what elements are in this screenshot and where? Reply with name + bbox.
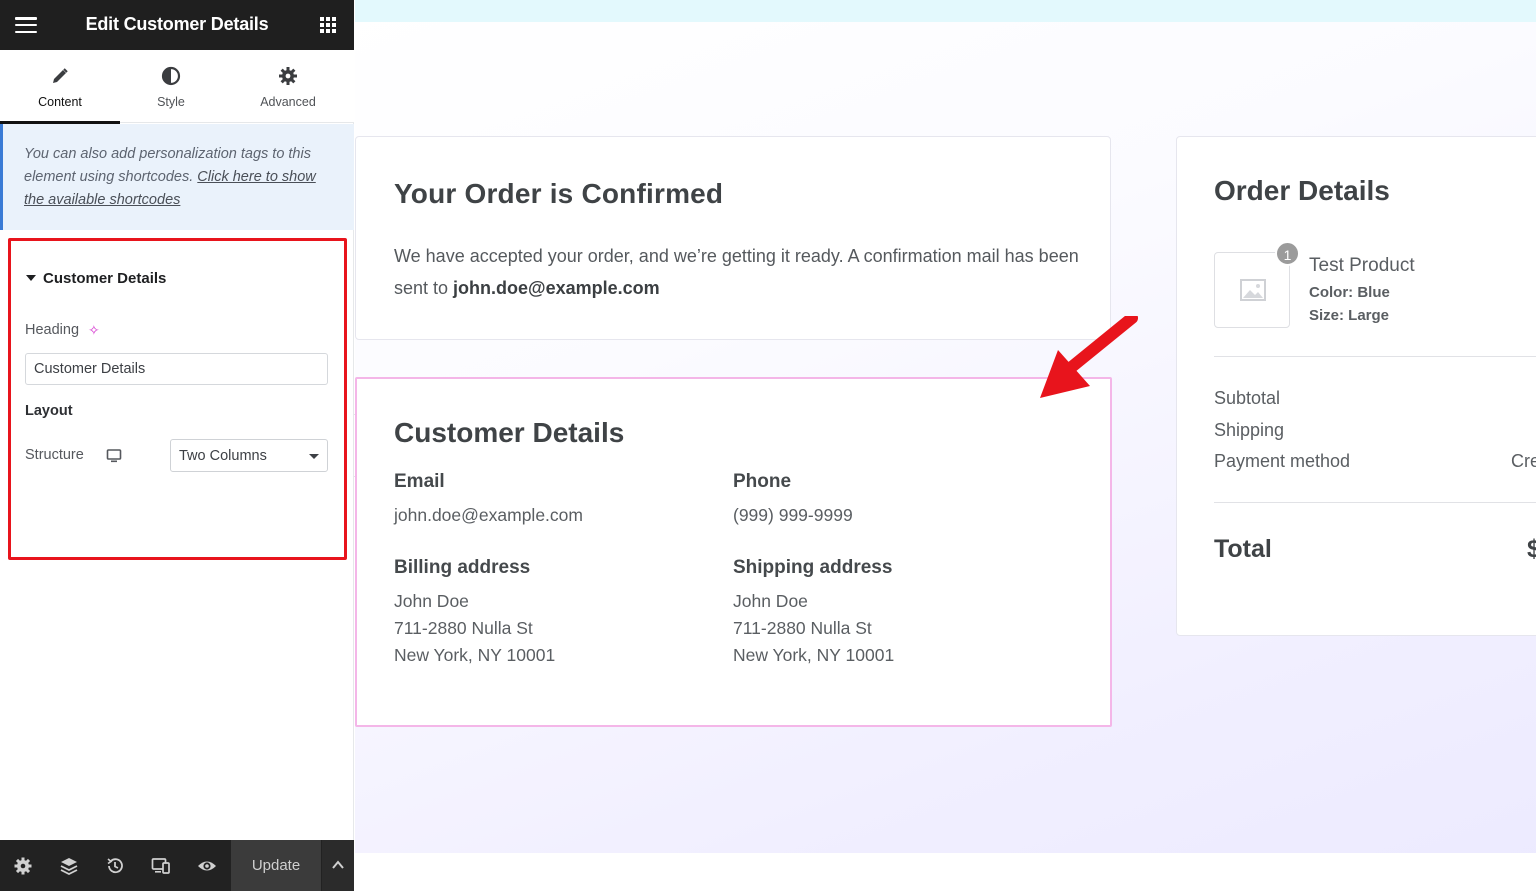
payment-method-label: Payment method <box>1214 451 1351 471</box>
tab-advanced-label: Advanced <box>260 95 316 109</box>
heading-input[interactable] <box>25 353 328 385</box>
confirm-text: We have accepted your order, and we’re g… <box>394 240 1084 304</box>
subtotal-label: Subtotal <box>1214 388 1281 408</box>
red-arrow-annotation <box>1040 316 1138 398</box>
total-value: $ <box>1527 535 1536 563</box>
panel-title: Edit Customer Details <box>85 14 269 34</box>
confirm-title: Your Order is Confirmed <box>394 178 724 209</box>
panel-tabs: Content Style Advanced <box>0 50 354 124</box>
billing-address-label: Billing address <box>394 557 531 578</box>
preview-eye-icon[interactable] <box>197 856 217 876</box>
ai-sparkle-icon[interactable]: ✧ <box>88 322 100 339</box>
layout-label: Layout <box>25 403 73 419</box>
product-color: Color: Blue <box>1309 284 1390 301</box>
chevron-up-icon <box>332 860 344 869</box>
shipping-address-line: New York, NY 10001 <box>733 645 895 665</box>
heading-label: Heading <box>25 322 80 338</box>
product-name: Test Product <box>1309 255 1415 276</box>
update-button[interactable]: Update <box>231 840 321 891</box>
section-title: Customer Details <box>43 270 167 287</box>
phone-label: Phone <box>733 471 792 492</box>
email-label: Email <box>394 471 445 492</box>
order-details-title: Order Details <box>1214 175 1390 206</box>
divider <box>1214 502 1536 503</box>
half-circle-icon <box>120 66 222 86</box>
gear-icon <box>222 66 354 86</box>
settings-icon[interactable] <box>13 856 33 876</box>
phone-value: (999) 999-9999 <box>733 505 853 525</box>
shipping-address-line: 711-2880 Nulla St <box>733 618 872 638</box>
shipping-address-line: John Doe <box>733 591 808 611</box>
history-icon[interactable] <box>105 856 125 876</box>
shortcodes-notice: You can also add personalization tags to… <box>0 124 354 230</box>
billing-address-line: 711-2880 Nulla St <box>394 618 533 638</box>
confirm-email: john.doe@example.com <box>453 278 660 298</box>
top-strip <box>355 0 1536 22</box>
structure-label: Structure <box>25 447 84 463</box>
total-label: Total <box>1214 535 1272 563</box>
shipping-address-label: Shipping address <box>733 557 893 578</box>
billing-address-line: John Doe <box>394 591 469 611</box>
product-thumbnail <box>1214 252 1290 328</box>
structure-select-value: Two Columns <box>179 448 267 464</box>
chevron-down-icon <box>309 454 319 459</box>
section-toggle[interactable]: Customer Details <box>26 270 166 287</box>
tab-style[interactable]: Style <box>120 50 222 123</box>
responsive-icon[interactable] <box>151 856 171 876</box>
quantity-badge: 1 <box>1275 241 1300 266</box>
customer-details-card[interactable]: Customer Details Email john.doe@example.… <box>355 377 1112 727</box>
order-details-card[interactable]: Order Details 1 Test Product Color: Blue… <box>1176 136 1536 636</box>
editor-panel: Edit Customer Details Content Style Adva… <box>0 0 354 891</box>
layers-icon[interactable] <box>59 856 79 876</box>
panel-footer: Update <box>0 840 354 891</box>
order-confirmed-card[interactable]: Your Order is Confirmed We have accepted… <box>355 136 1111 340</box>
bottom-strip <box>355 853 1536 891</box>
tab-advanced[interactable]: Advanced <box>222 50 354 123</box>
email-value: john.doe@example.com <box>394 505 583 525</box>
product-size: Size: Large <box>1309 307 1390 324</box>
payment-method-value: Cre <box>1511 451 1536 471</box>
billing-address-line: New York, NY 10001 <box>394 645 556 665</box>
widgets-grid-icon[interactable] <box>320 17 336 33</box>
panel-header: Edit Customer Details <box>0 0 354 50</box>
image-placeholder-icon <box>1240 279 1266 301</box>
divider <box>1214 356 1536 357</box>
tab-content[interactable]: Content <box>0 50 120 124</box>
update-options-button[interactable] <box>322 840 354 891</box>
notice-text: You can also add personalization tags to… <box>24 143 336 212</box>
pencil-icon <box>0 66 120 86</box>
preview-canvas: Your Order is Confirmed We have accepted… <box>355 0 1536 891</box>
shipping-label: Shipping <box>1214 420 1285 440</box>
caret-down-icon <box>26 275 36 281</box>
tab-content-label: Content <box>38 95 82 109</box>
desktop-monitor-icon[interactable] <box>106 448 122 464</box>
structure-select[interactable]: Two Columns <box>170 439 328 472</box>
tab-style-label: Style <box>157 95 185 109</box>
customer-details-title: Customer Details <box>394 417 625 448</box>
